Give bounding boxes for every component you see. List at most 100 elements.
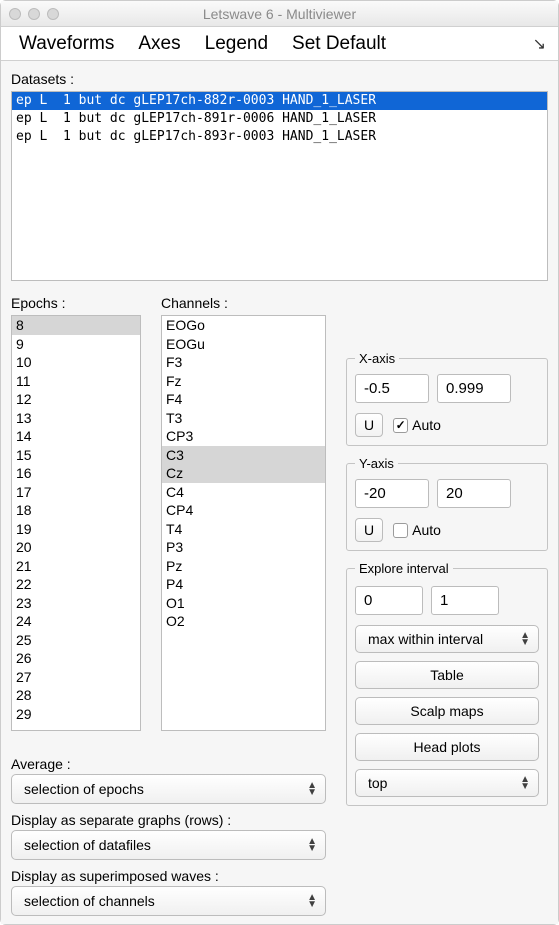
datasets-label: Datasets : [11, 71, 548, 87]
explore-interval-group: Explore interval max within interval ▲▼ … [346, 561, 548, 806]
super-label: Display as superimposed waves : [11, 868, 326, 884]
explore-start-input[interactable] [355, 586, 423, 615]
x-axis-legend: X-axis [355, 351, 399, 366]
y-axis-legend: Y-axis [355, 456, 398, 471]
y-axis-auto-label: Auto [412, 522, 441, 538]
rows-select[interactable]: selection of datafiles ▲▼ [11, 830, 326, 860]
app-window: Letswave 6 - Multiviewer Waveforms Axes … [0, 0, 559, 925]
channel-row[interactable]: O2 [162, 612, 325, 631]
x-axis-auto-label: Auto [412, 417, 441, 433]
select-caret-icon: ▲▼ [307, 894, 317, 908]
checkbox-checked-icon [393, 418, 408, 433]
menu-axes[interactable]: Axes [126, 29, 192, 59]
epoch-row[interactable]: 14 [12, 427, 140, 446]
y-axis-u-button[interactable]: U [355, 518, 383, 542]
explore-top-select[interactable]: top ▲▼ [355, 769, 539, 797]
menu-waveforms[interactable]: Waveforms [7, 29, 126, 59]
y-axis-max-input[interactable] [437, 479, 511, 508]
epoch-row[interactable]: 13 [12, 409, 140, 428]
channel-row[interactable]: Fz [162, 372, 325, 391]
y-axis-auto-checkbox[interactable]: Auto [393, 522, 441, 538]
explore-table-label: Table [430, 667, 463, 683]
epoch-row[interactable]: 27 [12, 668, 140, 687]
explore-top-value: top [368, 775, 387, 791]
bottom-controls: Average : selection of epochs ▲▼ Display… [11, 748, 326, 916]
explore-head-plots-button[interactable]: Head plots [355, 733, 539, 761]
explore-end-input[interactable] [431, 586, 499, 615]
y-axis-group: Y-axis U Auto [346, 456, 548, 551]
epoch-row[interactable]: 18 [12, 501, 140, 520]
channel-row[interactable]: C4 [162, 483, 325, 502]
epoch-row[interactable]: 15 [12, 446, 140, 465]
channel-row[interactable]: C3 [162, 446, 325, 465]
select-caret-icon: ▲▼ [307, 838, 317, 852]
rows-value: selection of datafiles [24, 837, 151, 853]
average-select[interactable]: selection of epochs ▲▼ [11, 774, 326, 804]
dataset-row[interactable]: ep L 1 but dc gLEP17ch-882r-0003 HAND_1_… [12, 92, 547, 110]
x-axis-u-button[interactable]: U [355, 413, 383, 437]
super-value: selection of channels [24, 893, 155, 909]
channel-row[interactable]: P4 [162, 575, 325, 594]
window-title: Letswave 6 - Multiviewer [1, 6, 558, 22]
epoch-row[interactable]: 24 [12, 612, 140, 631]
channels-listbox[interactable]: EOGoEOGuF3FzF4T3CP3C3CzC4CP4T4P3PzP4O1O2 [161, 315, 326, 731]
epoch-row[interactable]: 19 [12, 520, 140, 539]
epoch-row[interactable]: 29 [12, 705, 140, 724]
channels-label: Channels : [161, 295, 326, 311]
epoch-row[interactable]: 22 [12, 575, 140, 594]
body: Datasets : ep L 1 but dc gLEP17ch-882r-0… [1, 61, 558, 924]
channel-row[interactable]: F4 [162, 390, 325, 409]
channel-row[interactable]: Cz [162, 464, 325, 483]
y-axis-min-input[interactable] [355, 479, 429, 508]
epochs-listbox[interactable]: 8910111213141516171819202122232425262728… [11, 315, 141, 731]
channel-row[interactable]: T3 [162, 409, 325, 428]
datasets-listbox[interactable]: ep L 1 but dc gLEP17ch-882r-0003 HAND_1_… [11, 91, 548, 281]
channel-row[interactable]: O1 [162, 594, 325, 613]
epoch-row[interactable]: 12 [12, 390, 140, 409]
checkbox-unchecked-icon [393, 523, 408, 538]
explore-head-label: Head plots [414, 739, 481, 755]
channel-row[interactable]: CP3 [162, 427, 325, 446]
epochs-label: Epochs : [11, 295, 141, 311]
x-axis-max-input[interactable] [437, 374, 511, 403]
epoch-row[interactable]: 20 [12, 538, 140, 557]
epoch-row[interactable]: 21 [12, 557, 140, 576]
channel-row[interactable]: EOGo [162, 316, 325, 335]
explore-scalp-maps-button[interactable]: Scalp maps [355, 697, 539, 725]
average-value: selection of epochs [24, 781, 144, 797]
menu-overflow-icon[interactable]: ↘ [533, 34, 552, 54]
epoch-row[interactable]: 8 [12, 316, 140, 335]
channel-row[interactable]: F3 [162, 353, 325, 372]
channel-row[interactable]: T4 [162, 520, 325, 539]
explore-scalp-label: Scalp maps [410, 703, 483, 719]
channel-row[interactable]: EOGu [162, 335, 325, 354]
titlebar: Letswave 6 - Multiviewer [1, 1, 558, 27]
explore-mode-select[interactable]: max within interval ▲▼ [355, 625, 539, 653]
explore-table-button[interactable]: Table [355, 661, 539, 689]
channel-row[interactable]: CP4 [162, 501, 325, 520]
x-axis-group: X-axis U Auto [346, 351, 548, 446]
epoch-row[interactable]: 10 [12, 353, 140, 372]
rows-label: Display as separate graphs (rows) : [11, 812, 326, 828]
explore-legend: Explore interval [355, 561, 453, 576]
menu-set-default[interactable]: Set Default [280, 29, 398, 59]
menubar: Waveforms Axes Legend Set Default ↘ [1, 27, 558, 61]
dataset-row[interactable]: ep L 1 but dc gLEP17ch-893r-0003 HAND_1_… [12, 128, 547, 146]
epoch-row[interactable]: 11 [12, 372, 140, 391]
channel-row[interactable]: P3 [162, 538, 325, 557]
super-select[interactable]: selection of channels ▲▼ [11, 886, 326, 916]
menu-legend[interactable]: Legend [193, 29, 280, 59]
epoch-row[interactable]: 16 [12, 464, 140, 483]
dataset-row[interactable]: ep L 1 but dc gLEP17ch-891r-0006 HAND_1_… [12, 110, 547, 128]
epoch-row[interactable]: 26 [12, 649, 140, 668]
channel-row[interactable]: Pz [162, 557, 325, 576]
epoch-row[interactable]: 28 [12, 686, 140, 705]
epoch-row[interactable]: 17 [12, 483, 140, 502]
x-axis-min-input[interactable] [355, 374, 429, 403]
select-caret-icon: ▲▼ [520, 632, 530, 646]
epoch-row[interactable]: 23 [12, 594, 140, 613]
epoch-row[interactable]: 9 [12, 335, 140, 354]
explore-mode-value: max within interval [368, 631, 483, 647]
epoch-row[interactable]: 25 [12, 631, 140, 650]
x-axis-auto-checkbox[interactable]: Auto [393, 417, 441, 433]
